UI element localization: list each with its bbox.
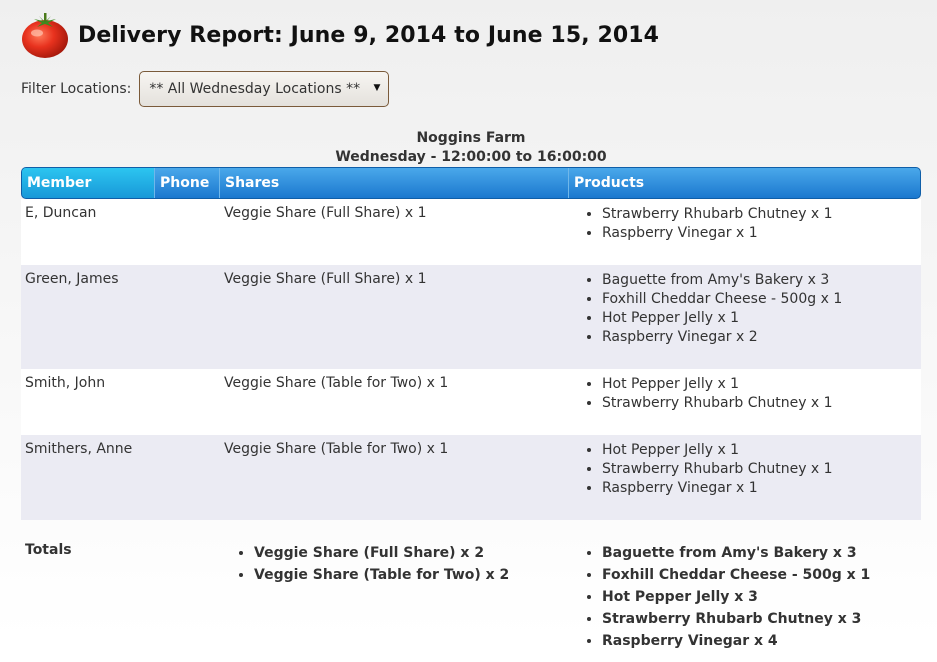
product-item: Hot Pepper Jelly x 1 (602, 309, 921, 328)
location-filter-select[interactable]: ** All Wednesday Locations ** ▼ (139, 71, 390, 107)
totals-product-item: Raspberry Vinegar x 4 (602, 630, 921, 652)
totals-product-item: Hot Pepper Jelly x 3 (602, 586, 921, 608)
totals-product-item: Foxhill Cheddar Cheese - 500g x 1 (602, 564, 921, 586)
column-header-member: Member (22, 168, 155, 198)
product-item: Hot Pepper Jelly x 1 (602, 441, 921, 460)
member-cell: Smith, John (25, 375, 106, 391)
filter-bar: Filter Locations: ** All Wednesday Locat… (21, 71, 390, 107)
shares-cell: Veggie Share (Table for Two) x 1 (224, 375, 449, 391)
shares-cell: Veggie Share (Full Share) x 1 (224, 205, 427, 221)
tomato-icon (22, 13, 68, 58)
product-item: Hot Pepper Jelly x 1 (602, 375, 921, 394)
chevron-down-icon: ▼ (373, 83, 381, 93)
column-header-products: Products (574, 175, 645, 191)
phone-cell (154, 199, 219, 265)
member-cell: Smithers, Anne (25, 441, 133, 457)
product-item: Baguette from Amy's Bakery x 3 (602, 271, 921, 290)
totals-share-item: Veggie Share (Table for Two) x 2 (254, 564, 568, 586)
location-name: Noggins Farm (416, 130, 526, 146)
totals-share-item: Veggie Share (Full Share) x 2 (254, 542, 568, 564)
table-header: Member Phone Shares Products (21, 167, 921, 199)
totals-product-item: Strawberry Rhubarb Chutney x 3 (602, 608, 921, 630)
filter-label: Filter Locations: (21, 81, 132, 97)
product-item: Raspberry Vinegar x 1 (602, 479, 921, 498)
totals-row: Totals Veggie Share (Full Share) x 2 Veg… (21, 520, 921, 652)
shares-cell: Veggie Share (Table for Two) x 1 (224, 441, 449, 457)
table-row: Smithers, Anne Veggie Share (Table for T… (21, 435, 921, 520)
location-schedule: Wednesday - 12:00:00 to 16:00:00 (335, 149, 607, 165)
phone-cell (154, 369, 219, 435)
table-row: Smith, John Veggie Share (Table for Two)… (21, 369, 921, 435)
totals-product-item: Baguette from Amy's Bakery x 3 (602, 542, 921, 564)
delivery-table: Member Phone Shares Products E, Duncan V… (21, 167, 921, 652)
column-header-phone: Phone (155, 168, 220, 198)
product-item: Foxhill Cheddar Cheese - 500g x 1 (602, 290, 921, 309)
products-cell: Strawberry Rhubarb Chutney x 1 Raspberry… (568, 199, 921, 265)
shares-cell: Veggie Share (Full Share) x 1 (224, 271, 427, 287)
page-header: Delivery Report: June 9, 2014 to June 15… (20, 10, 659, 60)
product-item: Strawberry Rhubarb Chutney x 1 (602, 394, 921, 413)
product-item: Raspberry Vinegar x 1 (602, 224, 921, 243)
table-row: E, Duncan Veggie Share (Full Share) x 1 … (21, 199, 921, 265)
totals-products: Baguette from Amy's Bakery x 3 Foxhill C… (568, 542, 921, 652)
member-cell: E, Duncan (25, 205, 97, 221)
totals-shares: Veggie Share (Full Share) x 2 Veggie Sha… (219, 542, 568, 652)
location-filter-value: ** All Wednesday Locations ** (149, 81, 361, 97)
page-title: Delivery Report: June 9, 2014 to June 15… (78, 22, 660, 48)
product-item: Raspberry Vinegar x 2 (602, 328, 921, 347)
product-item: Strawberry Rhubarb Chutney x 1 (602, 460, 921, 479)
phone-cell (154, 435, 219, 520)
table-row: Green, James Veggie Share (Full Share) x… (21, 265, 921, 369)
products-cell: Hot Pepper Jelly x 1 Strawberry Rhubarb … (568, 435, 921, 520)
column-header-shares: Shares (220, 168, 569, 198)
member-cell: Green, James (25, 271, 119, 287)
products-cell: Baguette from Amy's Bakery x 3 Foxhill C… (568, 265, 921, 369)
phone-cell (154, 265, 219, 369)
totals-label: Totals (25, 542, 72, 558)
products-cell: Hot Pepper Jelly x 1 Strawberry Rhubarb … (568, 369, 921, 435)
product-item: Strawberry Rhubarb Chutney x 1 (602, 205, 921, 224)
